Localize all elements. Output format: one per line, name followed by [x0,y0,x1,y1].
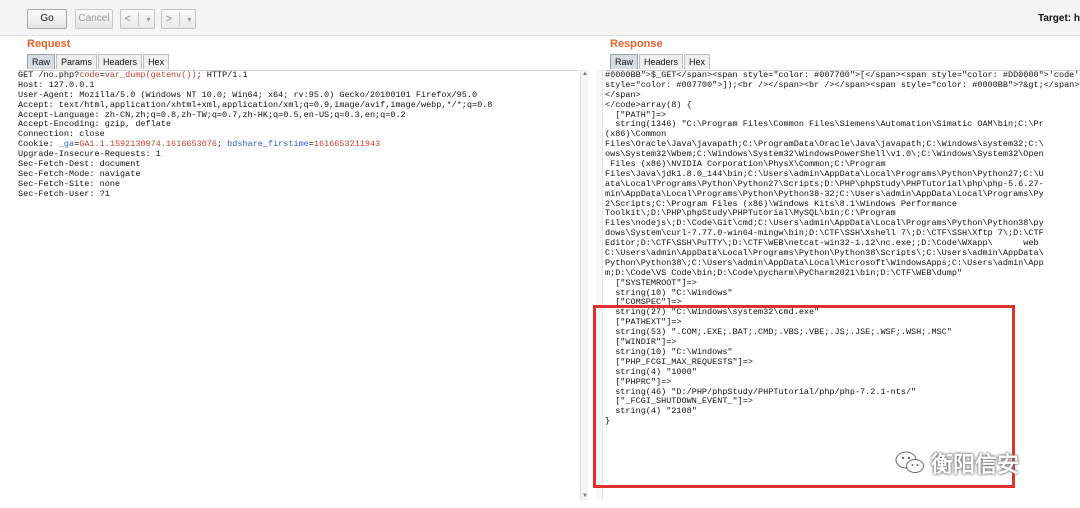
tab-params[interactable]: Params [56,54,98,69]
response-gutter [596,70,603,500]
response-line: string(53) ".COM;.EXE;.BAT;.CMD;.VBS;.VB… [605,327,952,338]
wechat-icon [895,451,924,473]
request-line: GET /no.php?code=var_dump(getenv()); HTT… [18,70,248,80]
tab-raw[interactable]: Raw [27,54,56,69]
tab-hex[interactable]: Hex [684,54,711,69]
watermark-text: 衡阳信安 [931,452,1020,477]
tab-headers[interactable]: Headers [98,54,143,69]
tab-raw[interactable]: Raw [610,54,639,69]
response-line: string(4) "1000" [605,366,697,377]
back-arrow-icon: < [124,13,132,25]
scroll-up-icon[interactable]: ▲ [582,71,588,77]
scroll-down-icon[interactable]: ▼ [582,493,588,499]
forward-button[interactable]: > ▾ [161,9,196,29]
header-line: Sec-Fetch-User: ?1 [18,188,110,199]
toolbar: Go Cancel < ▾ > ▾ Target: h [0,0,1080,36]
request-scrollbar[interactable]: ▲ ▼ [580,70,588,500]
param-key: code [79,70,100,80]
response-line: </code>array(8) { [605,99,692,110]
divider [179,12,181,26]
response-line: string(1346) "C:\Program Files\Common Fi… [605,119,1044,130]
chevron-down-icon: ▾ [146,14,151,24]
response-editor[interactable]: #0000BB">$_GET</span><span style="color:… [605,70,1080,500]
divider [138,12,140,26]
tab-hex[interactable]: Hex [143,54,170,69]
back-button[interactable]: < ▾ [120,9,155,29]
target-label[interactable]: Target: h [1038,13,1080,24]
forward-arrow-icon: > [165,13,173,25]
param-value: var_dump(getenv()) [104,70,197,80]
chevron-down-icon: ▾ [187,14,192,24]
response-tabs: Raw Headers Hex [610,54,711,70]
response-line [605,427,1080,437]
response-title: Response [610,38,663,50]
watermark: 衡阳信安 [895,447,1019,479]
response-line: style="color: #007700">]);<br /></span><… [605,79,1080,90]
response-line: } [605,416,611,427]
tab-headers[interactable]: Headers [639,54,684,69]
request-title: Request [27,38,71,50]
response-line: string(4) "2108" [605,406,697,417]
go-button[interactable]: Go [27,9,67,29]
request-tabs: Raw Params Headers Hex [27,54,170,70]
request-editor[interactable]: GET /no.php?code=var_dump(getenv()); HTT… [18,70,578,500]
cancel-button[interactable]: Cancel [75,9,113,29]
